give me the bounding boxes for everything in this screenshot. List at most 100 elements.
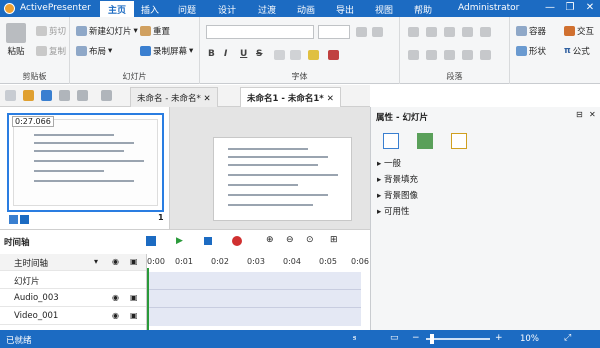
zoom-slider-handle[interactable]	[430, 334, 434, 344]
shape-button[interactable]: 形状	[516, 45, 546, 57]
text-direction-icon[interactable]	[480, 50, 491, 60]
lock-icon[interactable]: ▣	[130, 293, 138, 302]
close-button[interactable]: ✕	[583, 2, 597, 13]
justify-icon[interactable]	[462, 50, 473, 60]
slide-editor[interactable]	[213, 137, 352, 221]
menu-home[interactable]: 主页	[100, 1, 135, 17]
align-left-icon[interactable]	[408, 50, 419, 60]
font-family-combo[interactable]	[206, 25, 314, 39]
underline-button[interactable]: U	[240, 49, 247, 59]
align-center-icon[interactable]	[426, 50, 437, 60]
italic-button[interactable]: I	[224, 49, 227, 59]
zoom-in-icon[interactable]: +	[495, 333, 503, 343]
formula-button[interactable]: π 公式	[564, 45, 590, 57]
user-name[interactable]: Administrator	[458, 3, 519, 13]
section-availability[interactable]: ▸ 可用性	[377, 205, 409, 217]
section-background-image[interactable]: ▸ 背景图像	[377, 189, 418, 201]
redo-icon[interactable]	[101, 90, 112, 101]
open-folder-icon[interactable]	[23, 90, 34, 101]
playhead[interactable]	[147, 268, 149, 331]
menu-questions[interactable]: 问题	[178, 3, 196, 16]
bullet-list-icon[interactable]	[408, 27, 419, 37]
align-right-icon[interactable]	[444, 50, 455, 60]
highlight-color-icon[interactable]	[308, 50, 319, 60]
eye-icon[interactable]: ◉	[112, 311, 119, 320]
video-track-clip[interactable]	[147, 308, 361, 326]
eye-icon[interactable]: ◉	[112, 293, 119, 302]
audio-track-clip[interactable]	[147, 290, 361, 308]
zoom-fit-icon[interactable]: ⊙	[306, 235, 314, 245]
video-track-row[interactable]: Video_001	[0, 308, 146, 325]
stop-icon[interactable]	[204, 237, 212, 245]
reset-button[interactable]: 重置	[140, 25, 170, 37]
export-icon[interactable]	[59, 90, 70, 101]
font-size-combo[interactable]	[318, 25, 350, 39]
tab-document-2[interactable]: 未命名1 - 未命名1* ✕	[240, 87, 341, 107]
slide-track-clip[interactable]	[147, 272, 361, 290]
section-general[interactable]: ▸ 一般	[377, 157, 401, 169]
tab-document-1[interactable]: 未命名 - 未命名* ✕	[130, 87, 218, 107]
layer-icon[interactable]	[146, 236, 156, 246]
restore-button[interactable]: ❐	[563, 2, 577, 13]
menu-design[interactable]: 设计	[218, 3, 236, 16]
pin-icon[interactable]: ⊟	[576, 110, 583, 119]
audio-track-row[interactable]: Audio_003	[0, 290, 146, 307]
grid-settings-icon[interactable]: ⊞	[330, 235, 338, 245]
slide-canvas[interactable]	[170, 107, 370, 229]
star-icon[interactable]	[451, 133, 467, 149]
save-icon[interactable]	[41, 90, 52, 101]
zoom-slider[interactable]	[426, 338, 490, 340]
close-panel-icon[interactable]: ✕	[589, 110, 596, 119]
new-file-icon[interactable]	[5, 90, 16, 101]
increase-indent-icon[interactable]	[462, 27, 473, 37]
undo-icon[interactable]	[77, 90, 88, 101]
zoom-out-icon[interactable]: ⊖	[286, 235, 294, 245]
properties-icon[interactable]	[383, 133, 399, 149]
line-spacing-icon[interactable]	[480, 27, 491, 37]
fill-icon[interactable]	[417, 133, 433, 149]
timeline-tracks[interactable]: 0:00 0:01 0:02 0:03 0:04 0:05 0:06	[146, 254, 369, 331]
superscript-icon[interactable]	[290, 50, 301, 60]
copy-button[interactable]: 复制	[36, 45, 66, 57]
close-tab-icon[interactable]: ✕	[327, 94, 334, 104]
menu-view[interactable]: 视图	[375, 3, 393, 16]
font-group-label: 字体	[291, 72, 308, 81]
zoom-in-icon[interactable]: ⊕	[266, 235, 274, 245]
lock-icon[interactable]: ▣	[130, 311, 138, 320]
bold-button[interactable]: B	[208, 49, 215, 59]
layout-button[interactable]: 布局 ▾	[76, 45, 112, 57]
menu-transitions[interactable]: 过渡	[258, 3, 276, 16]
subscript-icon[interactable]	[274, 50, 285, 60]
new-slide-button[interactable]: 新建幻灯片 ▾	[76, 25, 138, 37]
main-timeline-row[interactable]: 主时间轴	[0, 254, 146, 271]
zoom-out-icon[interactable]: −	[412, 333, 420, 343]
record-icon[interactable]	[232, 236, 242, 246]
minimize-button[interactable]: —	[543, 2, 557, 13]
numbered-list-icon[interactable]	[426, 27, 437, 37]
lock-icon[interactable]: ▣	[130, 257, 138, 266]
slide-thumbnail[interactable]: 0:27.066	[7, 113, 164, 212]
strikethrough-button[interactable]: S	[256, 49, 262, 59]
chevron-down-icon[interactable]: ▾	[94, 257, 98, 266]
record-screen-button[interactable]: 录制屏幕 ▾	[140, 45, 193, 57]
menu-insert[interactable]: 插入	[141, 3, 159, 16]
fit-screen-icon[interactable]: ▭	[390, 333, 399, 343]
section-background-fill[interactable]: ▸ 背景填充	[377, 173, 418, 185]
container-button[interactable]: 容器	[516, 25, 546, 37]
slide-track-row[interactable]: 幻灯片	[0, 272, 146, 289]
menu-export[interactable]: 导出	[336, 3, 354, 16]
menu-help[interactable]: 帮助	[414, 3, 432, 16]
close-tab-icon[interactable]: ✕	[203, 94, 210, 104]
font-grow-icon[interactable]	[356, 27, 367, 37]
spellcheck-icon[interactable]: ꭶ	[353, 333, 356, 343]
interact-button[interactable]: 交互	[564, 25, 594, 37]
menu-animations[interactable]: 动画	[297, 3, 315, 16]
paste-button[interactable]: 粘贴	[6, 23, 26, 57]
eye-icon[interactable]: ◉	[112, 257, 119, 266]
play-icon[interactable]: ▶	[176, 236, 183, 246]
font-color-icon[interactable]	[328, 50, 339, 60]
decrease-indent-icon[interactable]	[444, 27, 455, 37]
font-shrink-icon[interactable]	[372, 27, 383, 37]
fit-window-icon[interactable]: ⤢	[564, 333, 571, 343]
cut-button[interactable]: 剪切	[36, 25, 66, 37]
